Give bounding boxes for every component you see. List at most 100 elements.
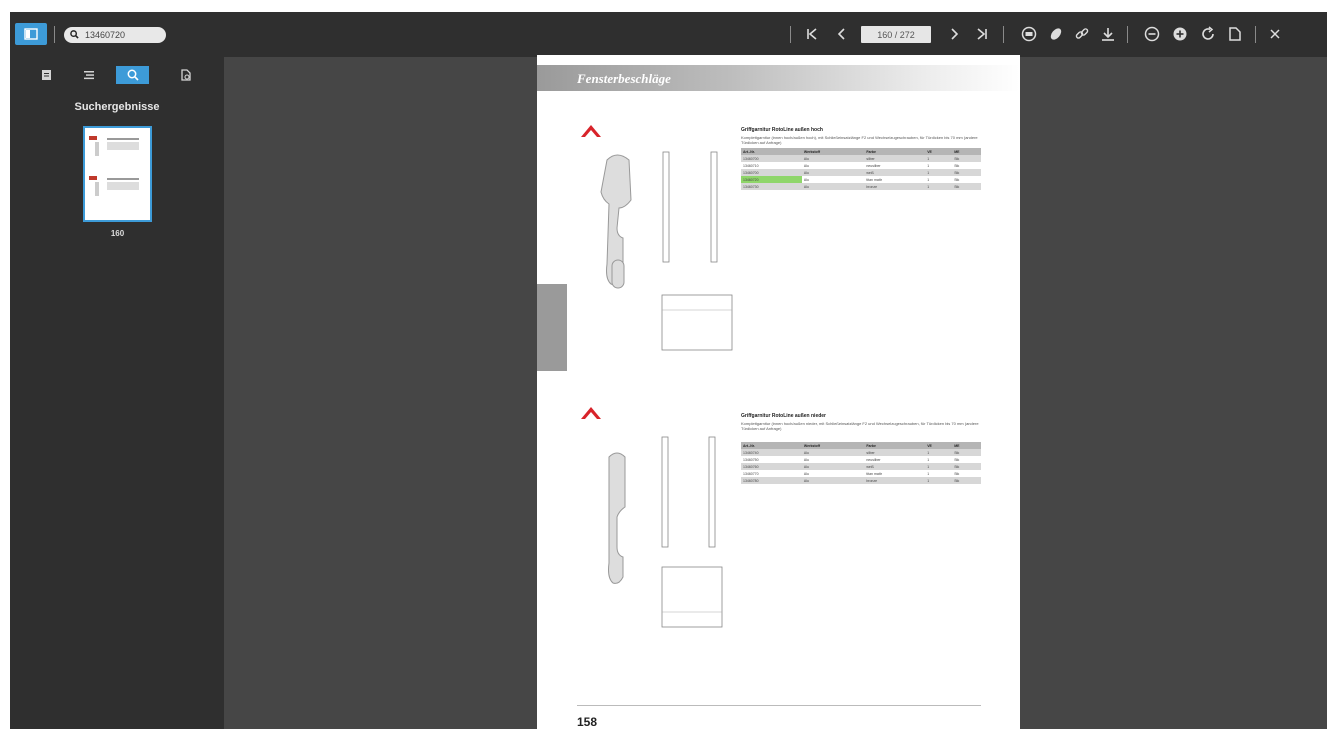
column-header: Art.-Nr. (741, 148, 802, 155)
table-cell: 13460700 (741, 169, 802, 176)
table-cell: weiß (864, 169, 926, 176)
table-cell: 13460700 (741, 155, 802, 162)
close-button[interactable] (1263, 22, 1287, 46)
column-header: Farbe (864, 148, 926, 155)
first-page-icon (807, 28, 817, 40)
table-cell: Alu (803, 471, 809, 476)
section-1-title: Griffgarnitur RotoLine außen hoch (741, 127, 823, 133)
search-box[interactable] (64, 27, 166, 43)
section-2-spec-table: Art.-Nr. Werkstoff Farbe VE ME 13460740 Alu sil… (741, 442, 981, 484)
column-header: Werkstoff (801, 148, 865, 155)
print-button[interactable] (1017, 22, 1041, 46)
page-header-title: Fensterbeschläge (577, 71, 671, 86)
roto-logo (581, 407, 601, 419)
table-cell: weiß (864, 463, 926, 470)
section-1-description: Komplettgarnitur (innen hoch/außen hoch)… (741, 135, 978, 145)
table-header-row: Art.-Nr. Werkstoff Farbe VE ME (741, 442, 981, 449)
tab-outline[interactable] (72, 66, 105, 84)
search-input[interactable] (82, 30, 165, 40)
attach-button[interactable] (1044, 22, 1068, 46)
section-2-title: Griffgarnitur RotoLine außen nieder (741, 413, 827, 419)
document-icon (1229, 27, 1241, 41)
table-row: 13460750 Alu neusilber 1 Stk (741, 456, 981, 463)
page-number-input[interactable] (861, 26, 931, 43)
tab-search[interactable] (116, 66, 149, 84)
table-cell: 13460760 (741, 463, 802, 470)
close-icon (1270, 29, 1280, 39)
search-result-page-label: 160 (110, 229, 125, 238)
table-cell: Alu (801, 449, 865, 456)
previous-page-button[interactable] (830, 22, 854, 46)
last-page-button[interactable] (970, 22, 994, 46)
link-button[interactable] (1070, 22, 1094, 46)
page-thumbnail-preview (89, 136, 139, 196)
table-cell: titan mattr (866, 471, 882, 476)
search-result-thumbnail[interactable] (83, 126, 152, 222)
table-cell: Alu (803, 457, 809, 462)
table-row: 13460700 Alu weiß 1 Stk (741, 169, 981, 176)
table-cell: Stk (952, 449, 981, 456)
table-cell: titan mattr (866, 177, 882, 182)
first-page-button[interactable] (800, 22, 824, 46)
table-cell: 1 (927, 163, 930, 168)
table-row: 13460780 Alu bronze 1 Stk (741, 477, 981, 484)
tab-attachments[interactable] (170, 66, 203, 84)
table-cell: Alu (803, 177, 809, 182)
section-1-spec-table: Art.-Nr. Werkstoff Farbe VE ME 13460700 Alu sil… (741, 148, 981, 190)
toolbar-separator (54, 26, 55, 43)
zoom-in-button[interactable] (1168, 22, 1192, 46)
zoom-out-button[interactable] (1140, 22, 1164, 46)
roto-logo (581, 125, 601, 137)
table-row: 13460770 Alu titan mattr 1 Stk (741, 470, 981, 477)
column-header: VE (925, 148, 953, 155)
chevron-left-icon (837, 28, 845, 40)
page-header-banner: Fensterbeschläge (537, 65, 1020, 91)
table-cell: Alu (801, 155, 865, 162)
table-cell: 13460730 (741, 183, 802, 190)
sidebar-toggle-button[interactable] (15, 23, 47, 45)
table-cell: 13460770 (743, 471, 759, 476)
document-properties-button[interactable] (1223, 22, 1247, 46)
footer-divider (577, 705, 981, 706)
table-row: 13460700 Alu silber 1 Stk (741, 155, 981, 162)
table-cell: Alu (801, 477, 865, 484)
table-row: 13460730 Alu bronze 1 Stk (741, 183, 981, 190)
link-icon (1075, 28, 1089, 39)
pdf-viewer: Suchergebnisse 160 Fensterbeschläge (10, 12, 1327, 729)
table-cell: Stk (952, 169, 981, 176)
table-cell: 13460780 (741, 477, 802, 484)
handle-drawing-1 (600, 151, 733, 351)
toolbar-separator (790, 26, 791, 43)
download-button[interactable] (1096, 22, 1120, 46)
toolbar-separator (1255, 26, 1256, 43)
table-cell: Stk (952, 463, 981, 470)
handle-drawing-2 (608, 436, 723, 628)
table-cell: Alu (801, 463, 865, 470)
rotate-button[interactable] (1196, 22, 1220, 46)
outline-icon (83, 71, 94, 80)
chevron-right-icon (951, 28, 959, 40)
column-header: Art.-Nr. (741, 442, 802, 449)
search-results-title: Suchergebnisse (74, 101, 160, 113)
table-row: 13460710 Alu neusilber 1 Stk (741, 162, 981, 169)
sidebar: Suchergebnisse 160 (10, 57, 224, 729)
search-hit-highlight: 13460720 (741, 176, 802, 183)
table-row: 13460740 Alu silber 1 Stk (741, 449, 981, 456)
table-cell: silber (864, 449, 926, 456)
chapter-side-tab (537, 284, 567, 371)
next-page-button[interactable] (942, 22, 966, 46)
table-cell: 13460740 (741, 449, 802, 456)
table-row: 13460760 Alu weiß 1 Stk (741, 463, 981, 470)
attachment-icon (181, 69, 191, 81)
table-cell: bronze (864, 183, 926, 190)
table-cell: Alu (803, 163, 809, 168)
rotate-icon (1202, 26, 1214, 40)
table-cell: Stk (954, 177, 960, 182)
table-cell: Stk (952, 183, 981, 190)
search-icon (70, 29, 82, 41)
last-page-icon (977, 28, 987, 40)
section-2-description: Komplettgarnitur (innen hoch/außen niede… (741, 421, 979, 431)
tab-thumbnails[interactable] (30, 66, 63, 84)
table-cell: 1 (925, 169, 953, 176)
download-icon (1102, 28, 1114, 41)
